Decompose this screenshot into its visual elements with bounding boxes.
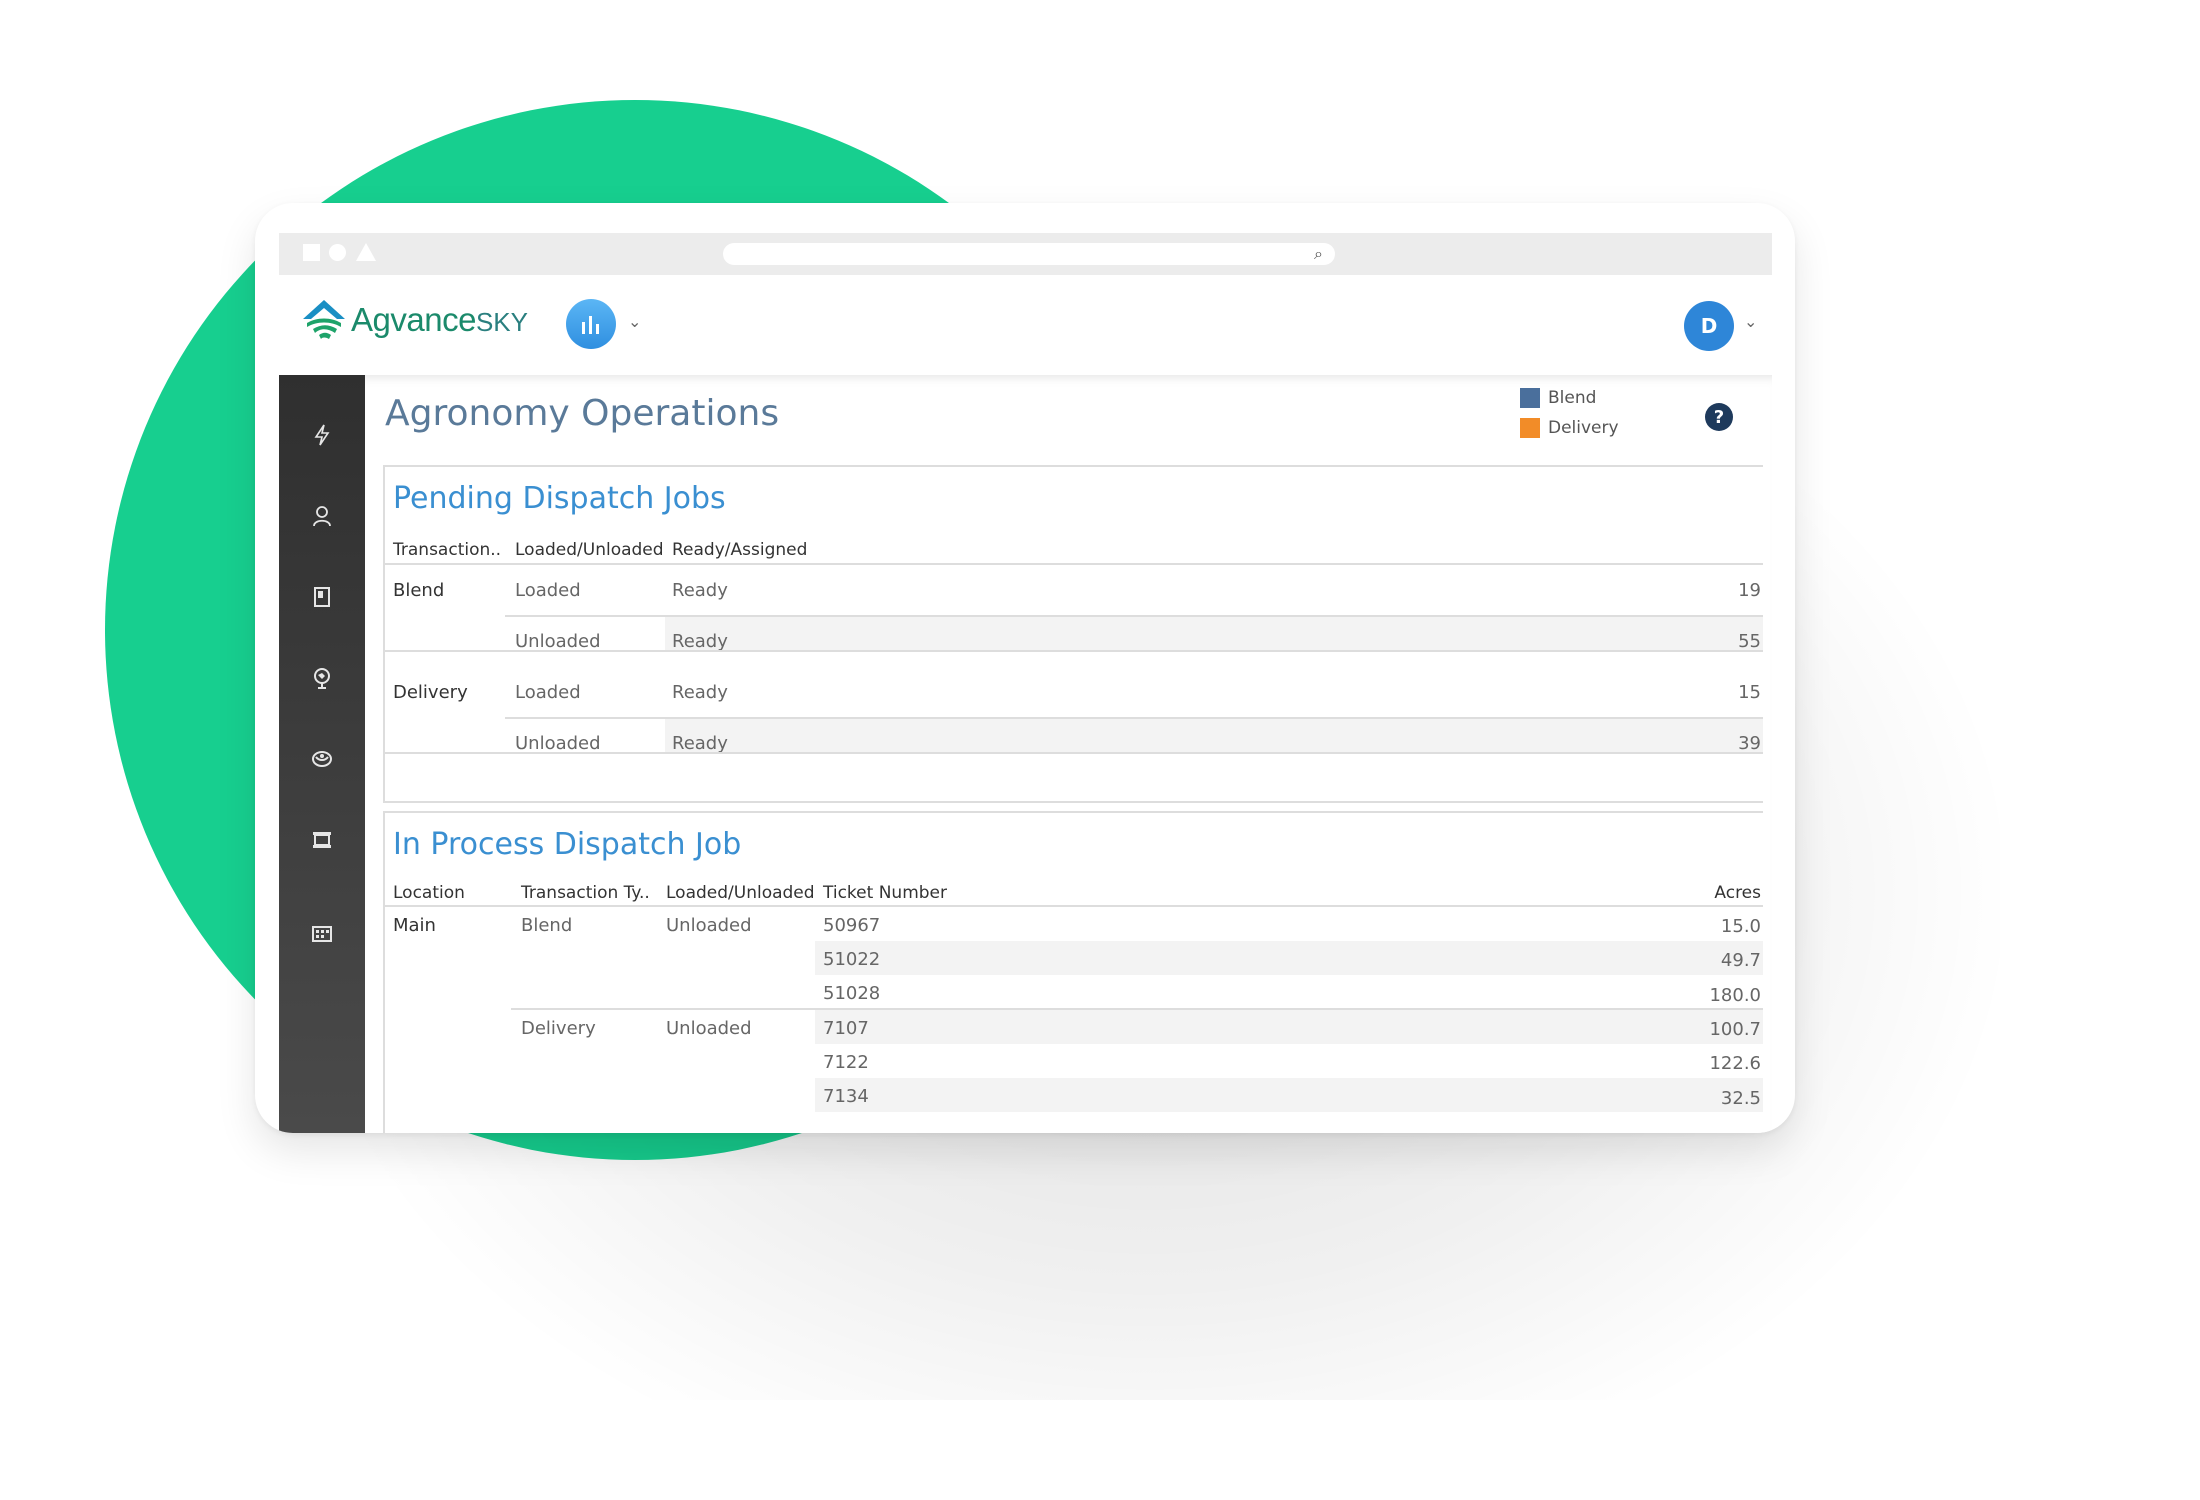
cell-ready: Ready [672, 733, 728, 754]
cell-ticket: 50967 [823, 915, 881, 936]
cell-acres: 15.0 [1720, 916, 1761, 937]
group-type: Delivery [521, 1018, 596, 1039]
row-divider [505, 615, 1763, 617]
group-label: Delivery [393, 682, 468, 703]
cell-loaded: Loaded [515, 682, 581, 703]
legend-swatch-delivery [1520, 418, 1540, 438]
cell-acres: 32.5 [1720, 1088, 1761, 1109]
group-type: Blend [521, 915, 573, 936]
column-header[interactable]: Transaction.. [393, 540, 501, 560]
legend: Blend Delivery [1520, 383, 1619, 443]
header-divider [385, 563, 1763, 565]
cell-ticket: 51028 [823, 983, 881, 1004]
column-header[interactable]: Transaction Ty.. [521, 883, 650, 903]
window-square-control[interactable] [303, 244, 320, 261]
window-circle-control[interactable] [329, 244, 346, 261]
bar-chart-icon [582, 316, 599, 334]
globe-icon[interactable] [279, 658, 365, 698]
cell-loaded: Unloaded [515, 631, 601, 652]
book-icon[interactable] [279, 577, 365, 617]
row-divider [505, 717, 1763, 719]
cell-ticket: 7134 [823, 1086, 869, 1107]
cell-acres: 100.7 [1709, 1019, 1761, 1040]
cell-loaded: Unloaded [515, 733, 601, 754]
column-header[interactable]: Ready/Assigned [672, 540, 807, 560]
window-triangle-control[interactable] [356, 243, 376, 261]
column-header[interactable]: Ticket Number [823, 883, 947, 903]
cell-count: 19 [1738, 580, 1761, 601]
search-icon[interactable]: ⌕ [1314, 244, 1323, 264]
cell-acres: 180.0 [1709, 985, 1761, 1006]
cell-count: 15 [1738, 682, 1761, 703]
chevron-down-icon[interactable]: ⌄ [628, 312, 641, 331]
app-switcher-button[interactable] [566, 299, 616, 349]
column-header[interactable]: Acres [1714, 883, 1761, 903]
cell-acres: 122.6 [1709, 1053, 1761, 1074]
row-stripe [665, 617, 1763, 650]
group-divider [385, 650, 1763, 652]
seed-icon[interactable] [279, 739, 365, 779]
column-header[interactable]: Loaded/Unloaded [515, 540, 664, 560]
url-bar[interactable]: ⌕ [723, 243, 1335, 265]
cell-ticket: 7122 [823, 1052, 869, 1073]
help-icon[interactable]: ? [1705, 403, 1733, 431]
cell-count: 55 [1738, 631, 1761, 652]
row-stripe [815, 1078, 1763, 1112]
row-stripe [815, 941, 1763, 975]
row-stripe [665, 719, 1763, 752]
app-header: AgvanceSKY ⌄ D ⌄ [279, 275, 1772, 375]
legend-label: Delivery [1548, 418, 1619, 438]
location-label: Main [393, 915, 436, 936]
row-stripe [815, 1010, 1763, 1044]
cell-ready: Ready [672, 580, 728, 601]
tray-icon[interactable] [279, 820, 365, 860]
inprocess-dispatch-section: In Process Dispatch Job Location Transac… [383, 811, 1763, 1133]
legend-label: Blend [1548, 388, 1597, 408]
group-loaded: Unloaded [666, 1018, 752, 1039]
sidebar [279, 375, 365, 1133]
cell-ready: Ready [672, 682, 728, 703]
pending-dispatch-section: Pending Dispatch Jobs Transaction.. Load… [383, 465, 1763, 803]
device-frame: ⌕ AgvanceSKY ⌄ D ⌄ Agronomy Operations B… [255, 203, 1795, 1133]
header-divider [385, 905, 1763, 907]
group-label: Blend [393, 580, 445, 601]
dashboard-content: Agronomy Operations Blend Delivery ? Pen… [365, 375, 1772, 1133]
section-bottom-border [385, 801, 1763, 803]
chevron-down-icon[interactable]: ⌄ [1744, 312, 1757, 331]
section-title: In Process Dispatch Job [393, 827, 742, 862]
user-icon[interactable] [279, 496, 365, 536]
cell-acres: 49.7 [1720, 950, 1761, 971]
cell-count: 39 [1738, 733, 1761, 754]
app-logo[interactable]: AgvanceSKY [301, 295, 528, 345]
cell-ready: Ready [672, 631, 728, 652]
cell-loaded: Loaded [515, 580, 581, 601]
cell-ticket: 7107 [823, 1018, 869, 1039]
column-header[interactable]: Loaded/Unloaded [666, 883, 815, 903]
legend-item-blend[interactable]: Blend [1520, 383, 1619, 413]
page-title: Agronomy Operations [385, 393, 780, 434]
building-icon[interactable] [279, 913, 365, 953]
column-header[interactable]: Location [393, 883, 465, 903]
avatar[interactable]: D [1684, 301, 1734, 351]
section-title: Pending Dispatch Jobs [393, 481, 726, 516]
group-loaded: Unloaded [666, 915, 752, 936]
logo-text: AgvanceSKY [351, 301, 528, 338]
lightning-icon[interactable] [279, 415, 365, 455]
browser-bar: ⌕ [279, 233, 1772, 275]
legend-swatch-blend [1520, 388, 1540, 408]
group-divider [385, 752, 1763, 754]
legend-item-delivery[interactable]: Delivery [1520, 413, 1619, 443]
agvance-logo-icon [303, 300, 345, 339]
cell-ticket: 51022 [823, 949, 881, 970]
